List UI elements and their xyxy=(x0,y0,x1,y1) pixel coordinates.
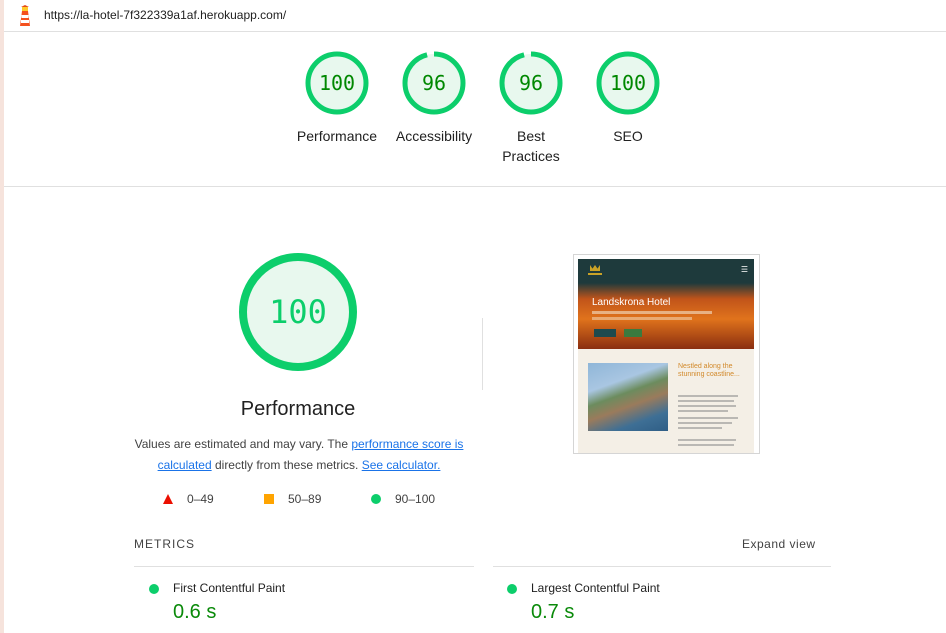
gauge-label: Best Practices xyxy=(502,128,560,164)
desc-text: Values are estimated and may vary. The xyxy=(134,437,352,451)
legend-pass: 90–100 xyxy=(371,492,435,506)
legend-range: 50–89 xyxy=(288,492,322,506)
gauge-performance[interactable]: 100 Performance xyxy=(282,50,392,146)
screenshot-hero-title: Landskrona Hotel xyxy=(592,297,671,308)
screenshot-text-line xyxy=(678,422,732,424)
performance-gauge: 100 xyxy=(238,252,358,372)
metric-name: First Contentful Paint xyxy=(173,581,286,595)
gauge-label: SEO xyxy=(613,128,643,144)
screenshot-text-line xyxy=(678,417,738,419)
screenshot-text-line xyxy=(678,427,722,429)
final-screenshot-thumbnail[interactable]: ☰ Landskrona Hotel Nestled along the stu… xyxy=(573,254,760,454)
gauge-score: 100 xyxy=(609,71,647,95)
gauge-score: 96 xyxy=(421,71,447,95)
screenshot-text-line xyxy=(678,444,734,446)
metrics-divider-right xyxy=(493,566,831,567)
gauge-ring: 96 xyxy=(401,50,467,116)
metric-name: Largest Contentful Paint xyxy=(531,581,660,595)
screenshot-aerial-photo xyxy=(588,363,668,431)
gauge-score: 96 xyxy=(518,71,544,95)
lighthouse-logo-icon xyxy=(20,5,30,26)
screenshot-hero-subtitle-2 xyxy=(592,317,692,320)
legend-range: 0–49 xyxy=(187,492,214,506)
hamburger-menu-icon: ☰ xyxy=(740,265,748,274)
gauge-ring: 96 xyxy=(498,50,564,116)
metric-value: 0.6 s xyxy=(173,601,217,623)
vertical-divider xyxy=(482,318,483,390)
circle-icon xyxy=(371,494,381,504)
performance-score: 100 xyxy=(269,293,327,331)
score-gauges: 100 Performance 96 Accessibility 96 Best… xyxy=(4,33,946,187)
pass-circle-icon xyxy=(149,584,159,594)
screenshot-signup-button xyxy=(624,329,642,337)
screenshot-section-heading: Nestled along the stunning coastline... xyxy=(678,363,740,378)
legend-range: 90–100 xyxy=(395,492,436,506)
pass-circle-icon xyxy=(507,584,517,594)
metrics-header: METRICS xyxy=(134,537,195,551)
square-icon xyxy=(264,494,274,504)
screenshot-body: Nestled along the stunning coastline... xyxy=(578,349,754,453)
gauge-score: 100 xyxy=(318,71,356,95)
screenshot-text-line xyxy=(678,439,736,441)
metrics-divider-left xyxy=(134,566,474,567)
expand-view-button[interactable]: Expand view xyxy=(742,537,816,551)
top-bar: https://la-hotel-7f322339a1af.herokuapp.… xyxy=(4,0,946,32)
screenshot-book-button xyxy=(594,329,616,337)
screenshot-hero-subtitle xyxy=(592,311,712,314)
screenshot-text-line xyxy=(678,410,728,412)
performance-title: Performance xyxy=(240,398,356,420)
crown-logo-icon xyxy=(588,265,602,275)
legend-average: 50–89 xyxy=(264,492,321,506)
screenshot-text-line xyxy=(678,395,738,397)
gauge-label: Performance xyxy=(296,128,378,144)
gauge-ring: 100 xyxy=(304,50,370,116)
score-legend: 0–49 50–89 90–100 xyxy=(0,492,600,508)
screenshot-hero: ☰ Landskrona Hotel xyxy=(578,259,754,349)
see-calculator-link[interactable]: See calculator. xyxy=(362,458,441,472)
screenshot-text-line xyxy=(678,405,736,407)
gauge-seo[interactable]: 100 SEO xyxy=(573,50,683,146)
page-url[interactable]: https://la-hotel-7f322339a1af.herokuapp.… xyxy=(44,8,286,22)
screenshot-text-line xyxy=(678,400,734,402)
gauge-ring: 100 xyxy=(595,50,661,116)
metric-value: 0.7 s xyxy=(531,601,575,623)
performance-description: Values are estimated and may vary. The p… xyxy=(134,434,464,476)
gauge-best-practices[interactable]: 96 Best Practices xyxy=(476,50,586,166)
gauge-label: Accessibility xyxy=(395,128,473,144)
gauge-accessibility[interactable]: 96 Accessibility xyxy=(379,50,489,146)
desc-text: directly from these metrics. xyxy=(211,458,362,472)
triangle-icon xyxy=(163,494,173,504)
legend-fail: 0–49 xyxy=(163,492,214,506)
